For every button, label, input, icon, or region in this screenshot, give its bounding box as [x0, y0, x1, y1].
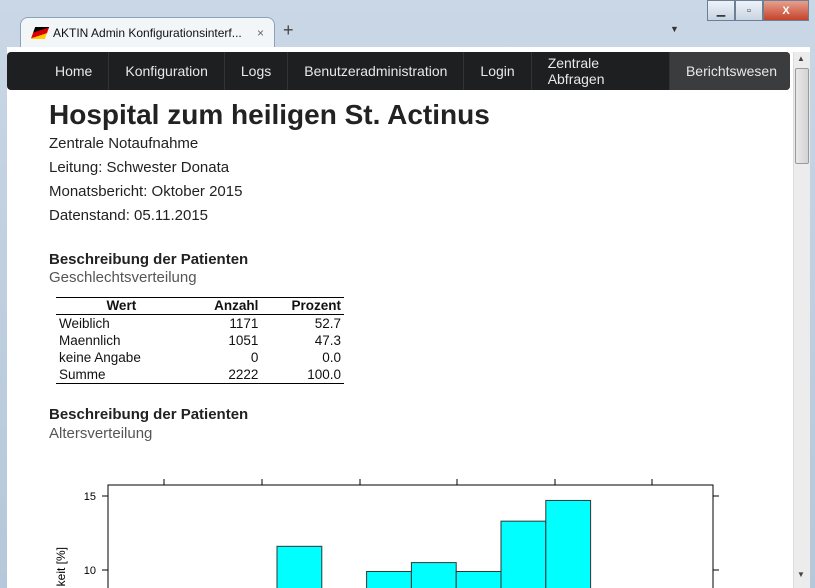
- y-tick-label: 15: [84, 491, 96, 503]
- vertical-scrollbar[interactable]: ▲ ▼: [793, 52, 810, 588]
- tab-title: AKTIN Admin Konfigurationsinterf...: [53, 25, 242, 40]
- tab-close-icon[interactable]: ×: [257, 26, 264, 40]
- new-tab-button[interactable]: +: [283, 20, 294, 41]
- histogram-bar: [545, 499, 592, 588]
- histogram-bar: [276, 545, 323, 588]
- maximize-button[interactable]: ▫: [735, 0, 763, 21]
- scroll-down-icon[interactable]: ▼: [797, 570, 805, 579]
- y-tick-label: 10: [84, 565, 96, 577]
- browser-tab[interactable]: AKTIN Admin Konfigurationsinterf... ×: [20, 17, 275, 47]
- page-viewport: Home Konfiguration Logs Benutzeradminist…: [7, 47, 810, 588]
- age-histogram: 10 15 keit [%]: [54, 479, 719, 588]
- browser-window: AKTIN Admin Konfigurationsinterf... × + …: [0, 0, 815, 588]
- scrollbar-thumb[interactable]: [795, 68, 809, 164]
- close-window-button[interactable]: X: [763, 0, 809, 21]
- histogram-bar: [410, 562, 457, 588]
- histogram-bar: [500, 520, 547, 588]
- tab-list-dropdown-icon[interactable]: ▼: [670, 24, 679, 34]
- histogram-bar: [455, 570, 502, 588]
- scroll-up-icon[interactable]: ▲: [797, 54, 805, 63]
- histogram-bar: [366, 570, 412, 588]
- y-axis-label: keit [%]: [54, 547, 68, 586]
- aktin-favicon-icon: [30, 26, 50, 39]
- minimize-button[interactable]: ▁: [707, 0, 735, 21]
